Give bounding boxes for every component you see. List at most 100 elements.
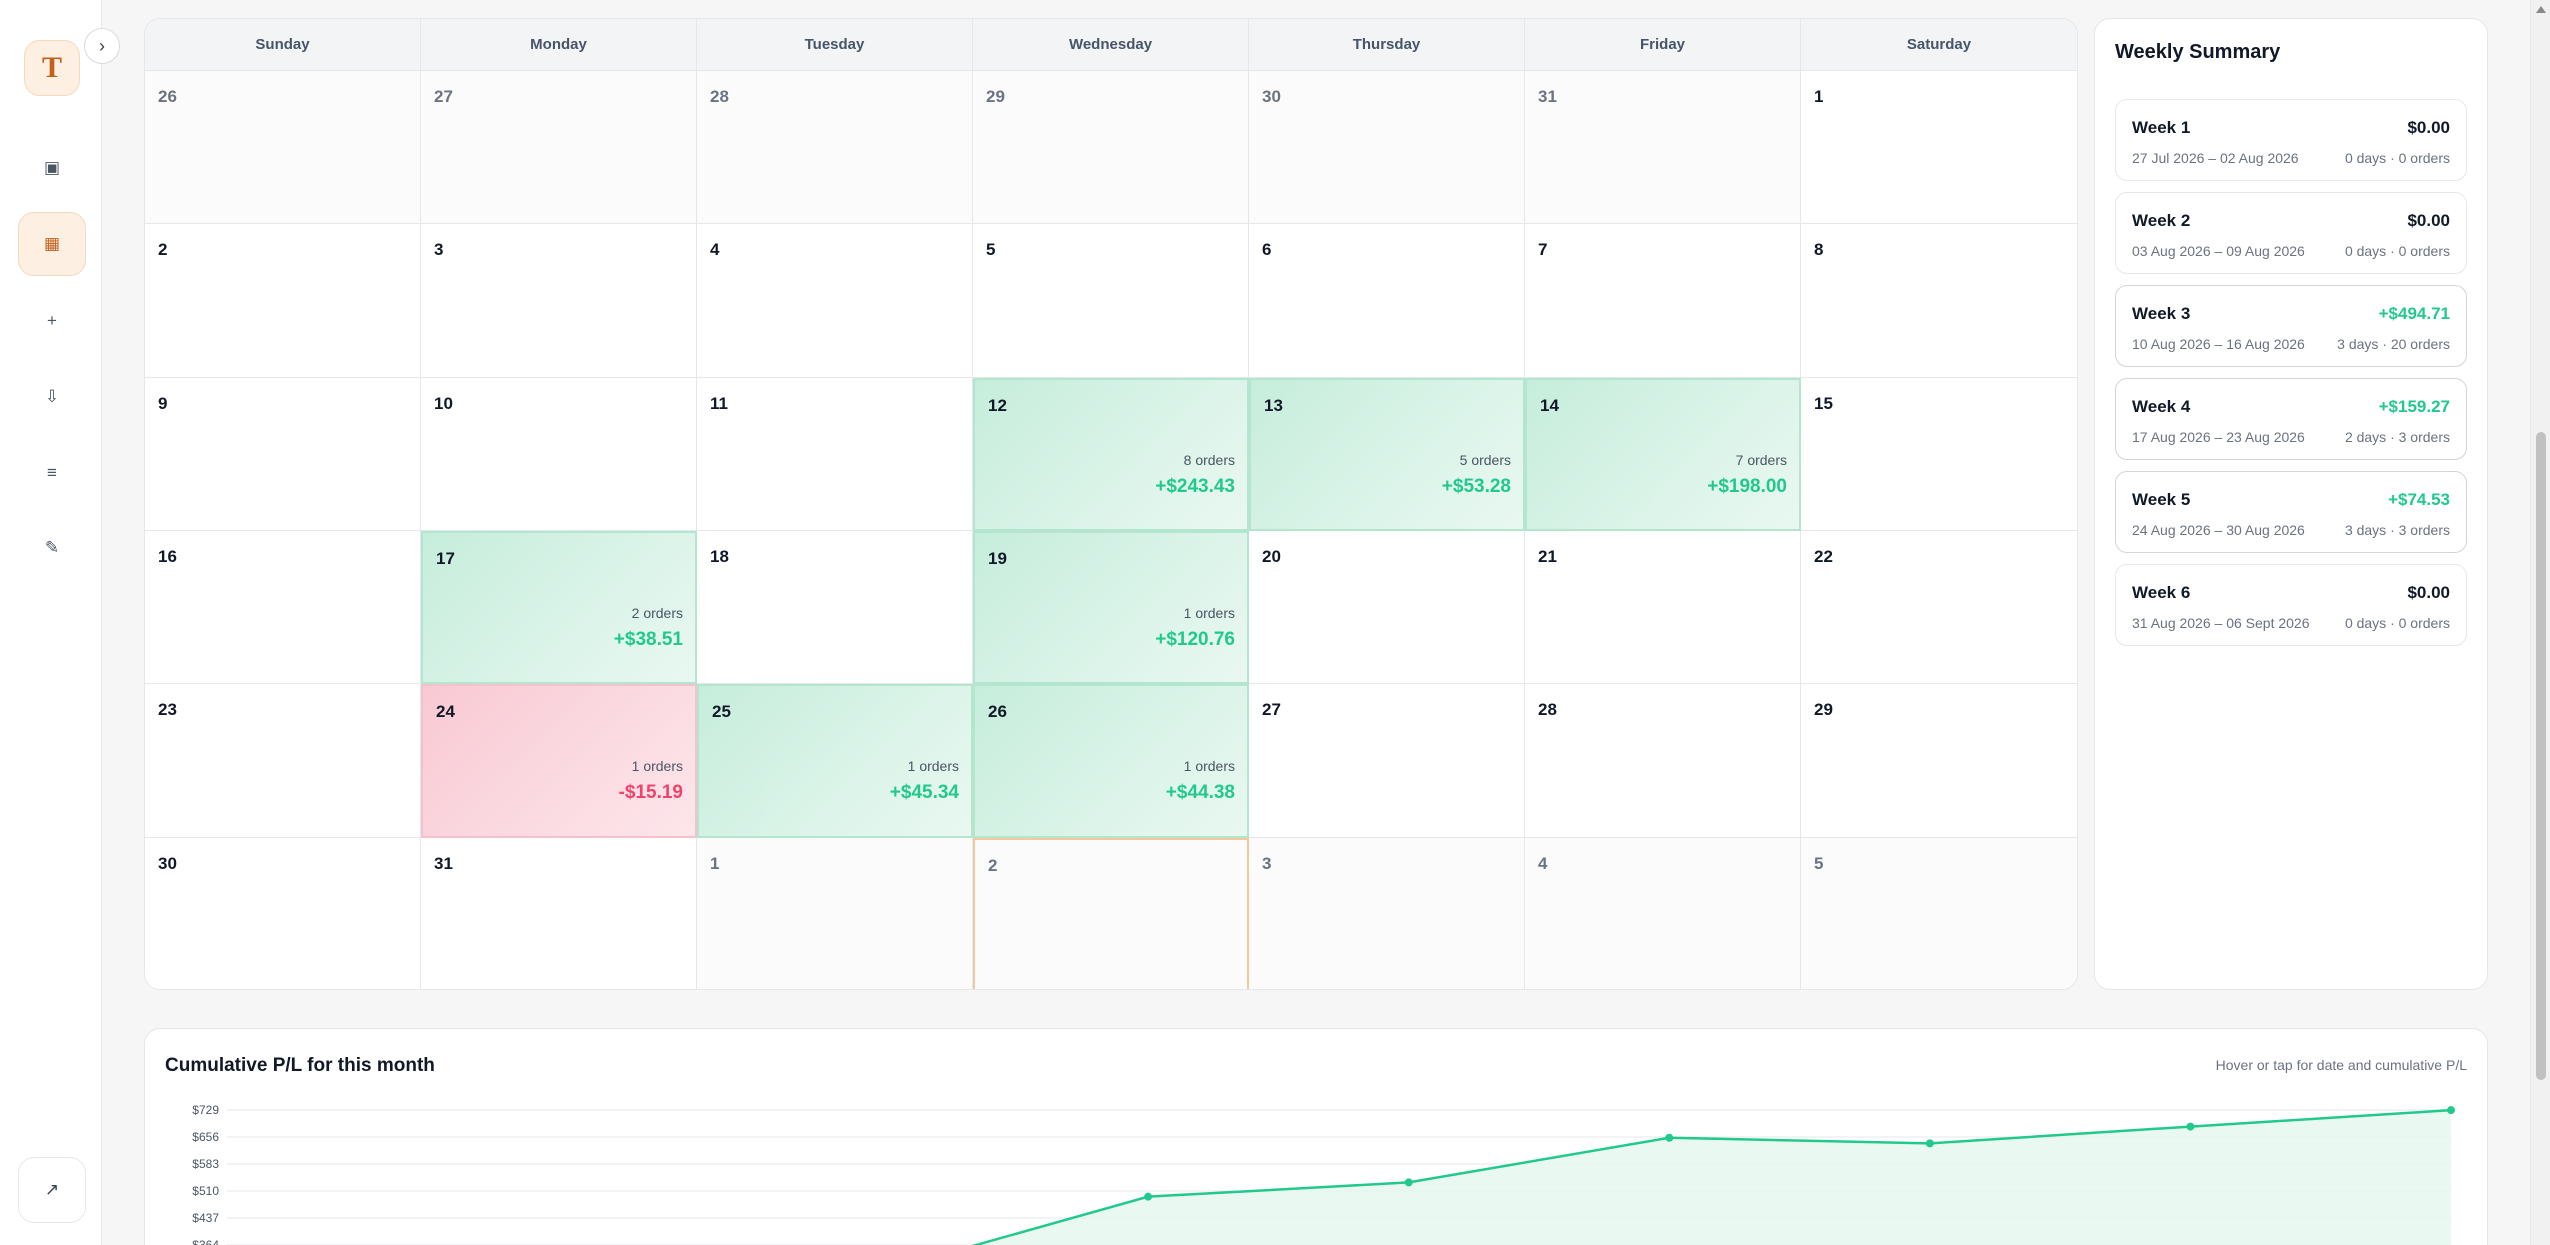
calendar-day-cell[interactable]: 1 — [1801, 71, 2077, 225]
plus-icon: + — [47, 311, 57, 330]
week-amount: +$74.53 — [2388, 490, 2450, 509]
week-date-range: 17 Aug 2026 – 23 Aug 2026 — [2132, 429, 2305, 445]
calendar-day-cell[interactable]: 2 — [145, 224, 421, 378]
calendar-day-cell[interactable]: 30 — [145, 837, 421, 989]
week-name: Week 3 — [2132, 304, 2191, 323]
week-summary-card[interactable]: Week 6 $0.00 31 Aug 2026 – 06 Sept 2026 0 d… — [2115, 564, 2467, 646]
scroll-up-arrow-icon[interactable] — [2536, 6, 2546, 13]
calendar-day-cell[interactable]: 12 8 orders +$243.43 — [973, 377, 1249, 531]
sidebar-collapse-button[interactable]: › — [84, 28, 120, 64]
y-tick-label: $656 — [192, 1130, 219, 1144]
calendar-day-cell[interactable]: 29 — [1801, 684, 2077, 838]
calendar-day-cell[interactable]: 24 1 orders -$15.19 — [421, 684, 697, 838]
app-logo[interactable]: T — [24, 40, 80, 96]
week-summary-card[interactable]: Week 2 $0.00 03 Aug 2026 – 09 Aug 2026 0 da… — [2115, 192, 2467, 274]
calendar-day-cell[interactable]: 28 — [1525, 684, 1801, 838]
calendar-day-cell[interactable]: 22 — [1801, 530, 2077, 685]
calendar-day-cell[interactable]: 4 — [697, 224, 973, 378]
week-name: Week 5 — [2132, 490, 2191, 509]
chevron-right-icon: › — [99, 35, 105, 56]
calendar-day-cell[interactable]: 3 — [1249, 837, 1525, 989]
calendar-day-cell[interactable]: 5 — [973, 224, 1249, 378]
calendar-day-cell[interactable]: 21 — [1525, 530, 1801, 685]
chart-plot[interactable]: $729 $656 $583 $510 $437 $364 — [145, 1029, 2488, 1245]
calendar-day-cell[interactable]: 10 — [421, 377, 697, 531]
calendar-day-cell[interactable]: 27 — [1249, 684, 1525, 838]
week-amount: $0.00 — [2407, 583, 2450, 602]
calendar-day-cell[interactable]: 9 — [145, 377, 421, 531]
day-number: 9 — [158, 393, 168, 413]
y-tick-label: $437 — [192, 1211, 219, 1225]
day-number: 19 — [988, 548, 1007, 568]
weekday-label: Sunday — [145, 19, 421, 70]
weekly-summary-title: Weekly Summary — [2115, 41, 2281, 63]
calendar-day-cell[interactable]: 18 — [697, 530, 973, 685]
calendar-day-cell[interactable]: 29 — [973, 71, 1249, 225]
calendar-day-cell[interactable]: 5 — [1801, 837, 2077, 989]
chart-data-point[interactable] — [1144, 1192, 1153, 1201]
nav-dashboard-button[interactable]: ▣ — [18, 136, 86, 200]
calendar-day-cell[interactable]: 7 — [1525, 224, 1801, 378]
calendar-day-cell[interactable]: 13 5 orders +$53.28 — [1249, 377, 1525, 531]
calendar-day-cell[interactable]: 25 1 orders +$45.34 — [697, 684, 973, 838]
calendar-day-cell[interactable]: 14 7 orders +$198.00 — [1525, 377, 1801, 531]
day-order-count: 1 orders — [1183, 604, 1235, 621]
calendar-day-cell[interactable]: 15 — [1801, 377, 2077, 531]
calendar-day-cell[interactable]: 19 1 orders +$120.76 — [973, 530, 1249, 685]
calendar-day-cell[interactable]: 4 — [1525, 837, 1801, 989]
calendar-day-cell[interactable]: 31 — [421, 837, 697, 989]
calendar-day-cell[interactable]: 31 — [1525, 71, 1801, 225]
scroll-thumb[interactable] — [2536, 432, 2546, 1080]
week-summary-card[interactable]: Week 1 $0.00 27 Jul 2026 – 02 Aug 2026 0 da… — [2115, 99, 2467, 181]
expand-button[interactable]: ↗ — [18, 1157, 86, 1223]
y-tick-label: $364 — [192, 1238, 219, 1245]
expand-icon: ↗ — [44, 1180, 60, 1199]
weekday-label: Tuesday — [697, 19, 973, 70]
week-date-range: 03 Aug 2026 – 09 Aug 2026 — [2132, 243, 2305, 259]
calendar-day-cell[interactable]: 1 — [697, 837, 973, 989]
day-number: 23 — [158, 700, 177, 720]
calendar-day-cell[interactable]: 26 1 orders +$44.38 — [973, 684, 1249, 838]
nav-pen-button[interactable]: ✎ — [18, 516, 86, 580]
calendar-day-cell[interactable]: 23 — [145, 684, 421, 838]
week-summary-card[interactable]: Week 3 +$494.71 10 Aug 2026 – 16 Aug 2026 3… — [2115, 285, 2467, 367]
chart-data-point[interactable] — [2447, 1106, 2455, 1115]
calendar-day-cell[interactable]: 28 — [697, 71, 973, 225]
calendar-day-cell[interactable]: 3 — [421, 224, 697, 378]
y-tick-label: $510 — [192, 1184, 219, 1198]
calendar-day-cell[interactable]: 8 — [1801, 224, 2077, 378]
chart-data-point[interactable] — [1925, 1139, 1934, 1148]
calendar-day-cell[interactable]: 30 — [1249, 71, 1525, 225]
week-summary-card[interactable]: Week 4 +$159.27 17 Aug 2026 – 23 Aug 2026 2… — [2115, 378, 2467, 460]
calendar-day-cell[interactable]: 11 — [697, 377, 973, 531]
calendar-day-cell[interactable]: 17 2 orders +$38.51 — [421, 530, 697, 685]
day-number: 17 — [436, 548, 455, 568]
calendar-day-cell[interactable]: 6 — [1249, 224, 1525, 378]
calendar-day-cell[interactable]: 26 — [145, 71, 421, 225]
calendar-day-cell[interactable]: 16 — [145, 530, 421, 685]
calendar-grid: 26 27 28 29 30 31 1 2 3 4 5 6 7 8 9 10 11 12 8 orders +$243… — [145, 71, 2077, 989]
nav-list-button[interactable]: ≡ — [18, 441, 86, 505]
nav-import-button[interactable]: ⇩ — [18, 365, 86, 429]
calendar-day-cell-today[interactable]: 2 — [973, 837, 1249, 989]
nav-calendar-button[interactable]: ▦ — [18, 212, 86, 276]
day-number: 10 — [434, 393, 453, 413]
chart-data-point[interactable] — [1665, 1133, 1674, 1142]
day-number: 5 — [986, 240, 996, 260]
page-scrollbar[interactable] — [2530, 0, 2550, 1245]
week-date-range: 27 Jul 2026 – 02 Aug 2026 — [2132, 150, 2299, 166]
nav-plus-button[interactable]: + — [18, 289, 86, 353]
week-summary-card[interactable]: Week 5 +$74.53 24 Aug 2026 – 30 Aug 2026 3 … — [2115, 471, 2467, 553]
day-number: 12 — [988, 395, 1007, 415]
day-number: 6 — [1262, 240, 1272, 260]
calendar-day-cell[interactable]: 20 — [1249, 530, 1525, 685]
calendar-day-cell[interactable]: 27 — [421, 71, 697, 225]
chart-data-point[interactable] — [1404, 1178, 1413, 1187]
y-tick-label: $583 — [192, 1157, 219, 1171]
week-name: Week 6 — [2132, 583, 2191, 602]
pen-icon: ✎ — [44, 538, 60, 557]
day-number: 20 — [1262, 546, 1281, 566]
chart-data-point[interactable] — [2186, 1122, 2195, 1131]
week-meta: 3 days · 20 orders — [2337, 336, 2450, 352]
day-number: 3 — [1262, 853, 1272, 873]
